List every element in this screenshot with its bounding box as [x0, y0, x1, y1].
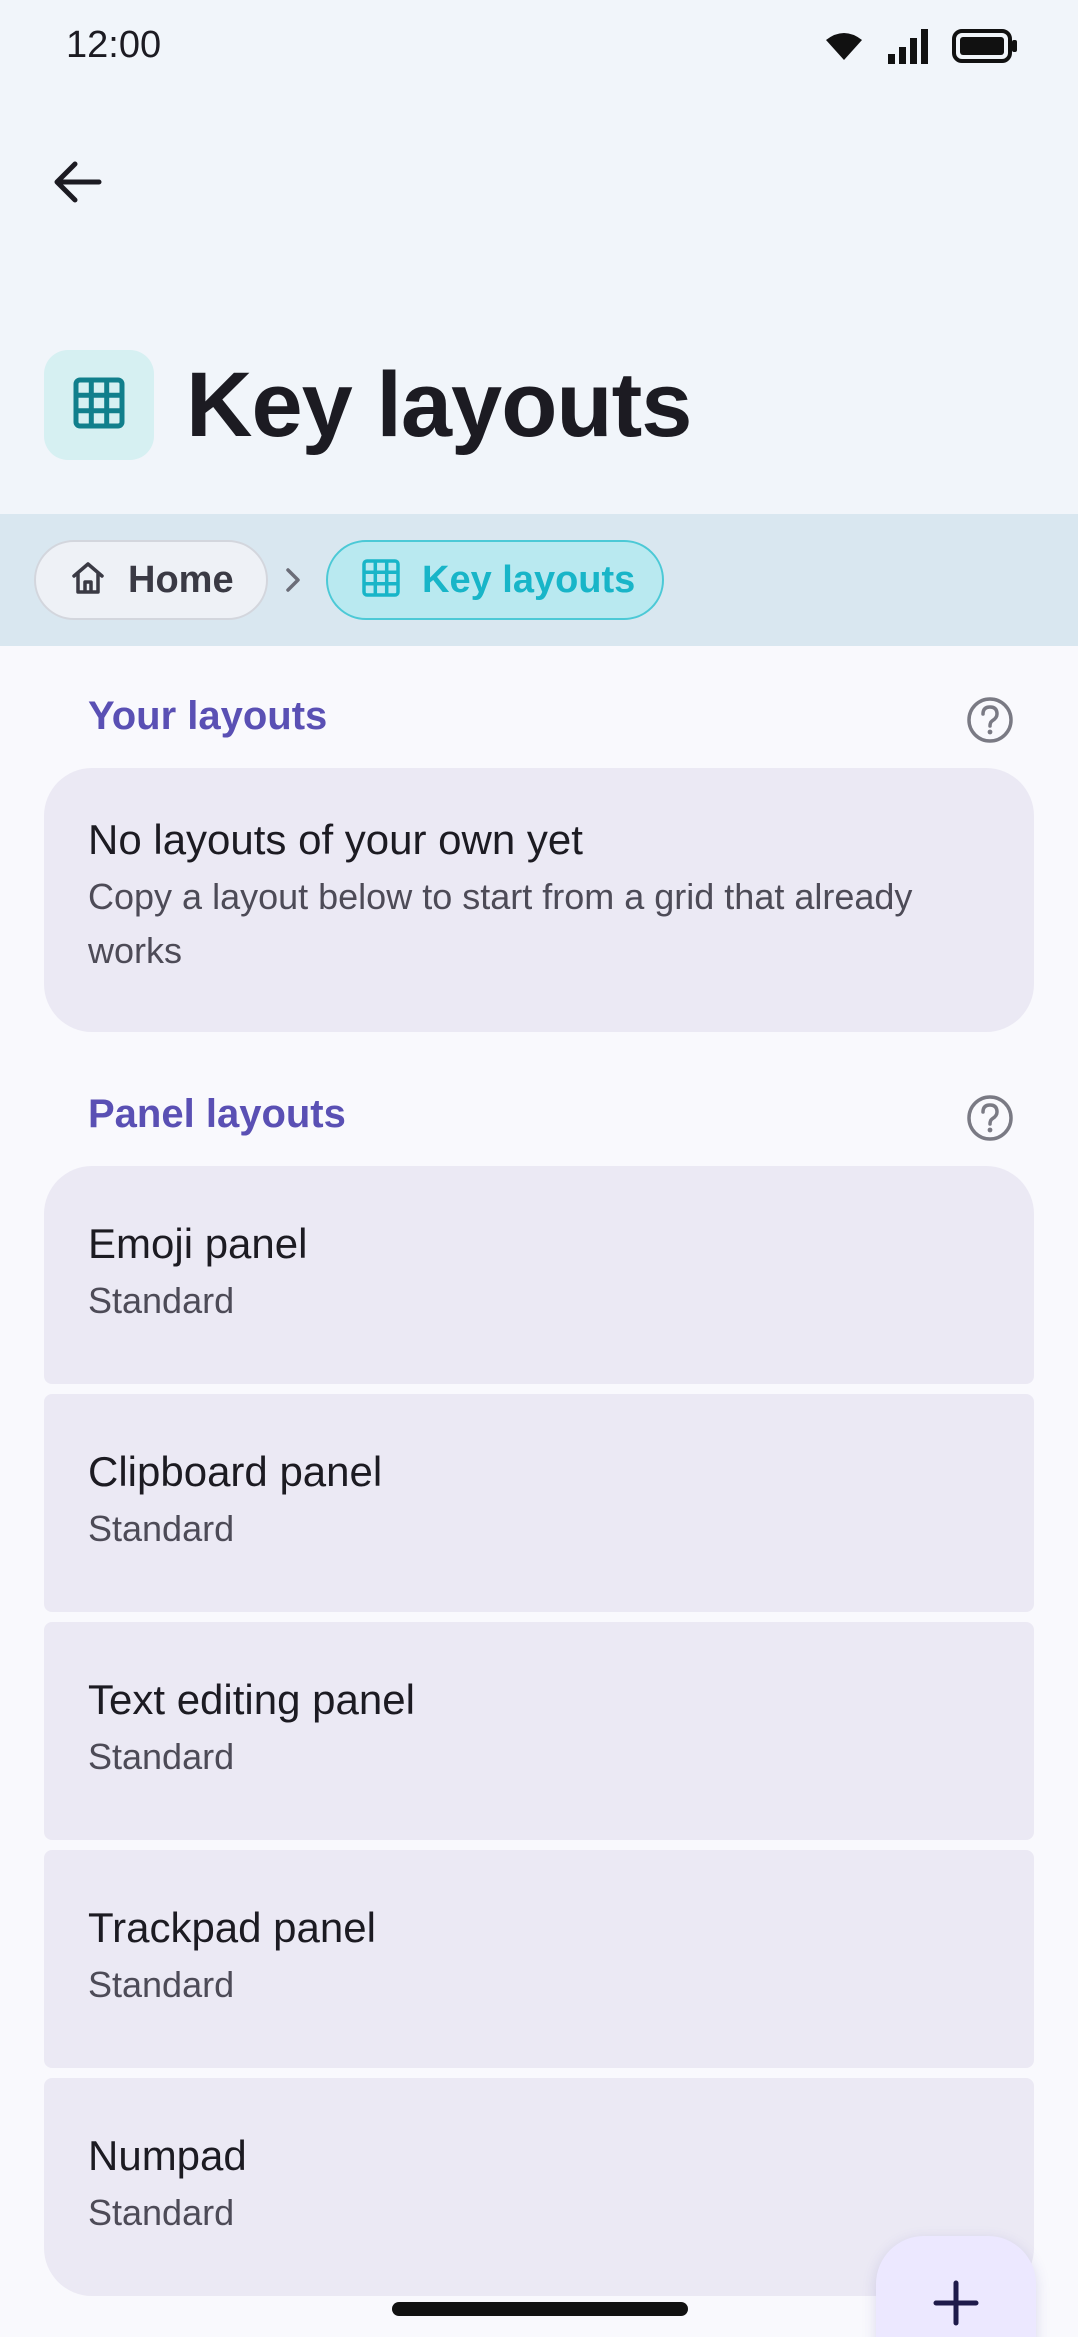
- layout-item-title: Trackpad panel: [88, 1904, 376, 1951]
- layout-item-text-editing-panel[interactable]: Text editing panel Standard: [44, 1622, 1034, 1840]
- page-title: Key layouts: [186, 354, 692, 456]
- layout-item-subtitle: Standard: [88, 1280, 235, 1321]
- breadcrumb-home[interactable]: Home: [34, 540, 268, 620]
- help-icon[interactable]: [966, 696, 1014, 744]
- layout-item-title: Clipboard panel: [88, 1448, 383, 1495]
- add-layout-button[interactable]: [876, 2236, 1036, 2337]
- layout-item-emoji-panel[interactable]: Emoji panel Standard: [44, 1166, 1034, 1384]
- wifi-icon: [824, 30, 864, 67]
- breadcrumb-home-label: Home: [128, 558, 234, 601]
- section-title-your-layouts: Your layouts: [88, 694, 328, 738]
- home-indicator[interactable]: [392, 2302, 688, 2316]
- help-icon[interactable]: [966, 1094, 1014, 1142]
- layout-item-title: Text editing panel: [88, 1676, 415, 1723]
- arrow-left-icon: [53, 160, 103, 209]
- title-icon-container: [44, 350, 154, 460]
- chevron-right-icon: [284, 560, 308, 600]
- layout-item-subtitle: Standard: [88, 1508, 235, 1549]
- battery-icon: [952, 28, 1018, 69]
- layout-item-subtitle: Standard: [88, 1736, 235, 1777]
- status-bar: 12:00: [0, 0, 1078, 100]
- layout-item-title: Emoji panel: [88, 1220, 308, 1267]
- layout-item-trackpad-panel[interactable]: Trackpad panel Standard: [44, 1850, 1034, 2068]
- home-icon: [70, 560, 106, 601]
- empty-text: Copy a layout below to start from a grid…: [88, 876, 913, 971]
- layout-item-subtitle: Standard: [88, 2192, 235, 2233]
- layout-item-title: Numpad: [88, 2132, 247, 2179]
- section-title-panel-layouts: Panel layouts: [88, 1092, 346, 1136]
- empty-layouts-card: No layouts of your own yet Copy a layout…: [44, 768, 1034, 1032]
- grid-icon: [362, 558, 400, 602]
- breadcrumb-current-label: Key layouts: [422, 558, 636, 601]
- layout-item-subtitle: Standard: [88, 1964, 235, 2005]
- empty-title: No layouts of your own yet: [88, 816, 583, 863]
- grid-icon: [73, 377, 125, 434]
- breadcrumb-current[interactable]: Key layouts: [326, 540, 664, 620]
- back-button[interactable]: [36, 142, 120, 226]
- status-time: 12:00: [66, 24, 162, 66]
- signal-icon: [886, 28, 930, 69]
- plus-icon: [933, 2280, 979, 2337]
- layout-item-clipboard-panel[interactable]: Clipboard panel Standard: [44, 1394, 1034, 1612]
